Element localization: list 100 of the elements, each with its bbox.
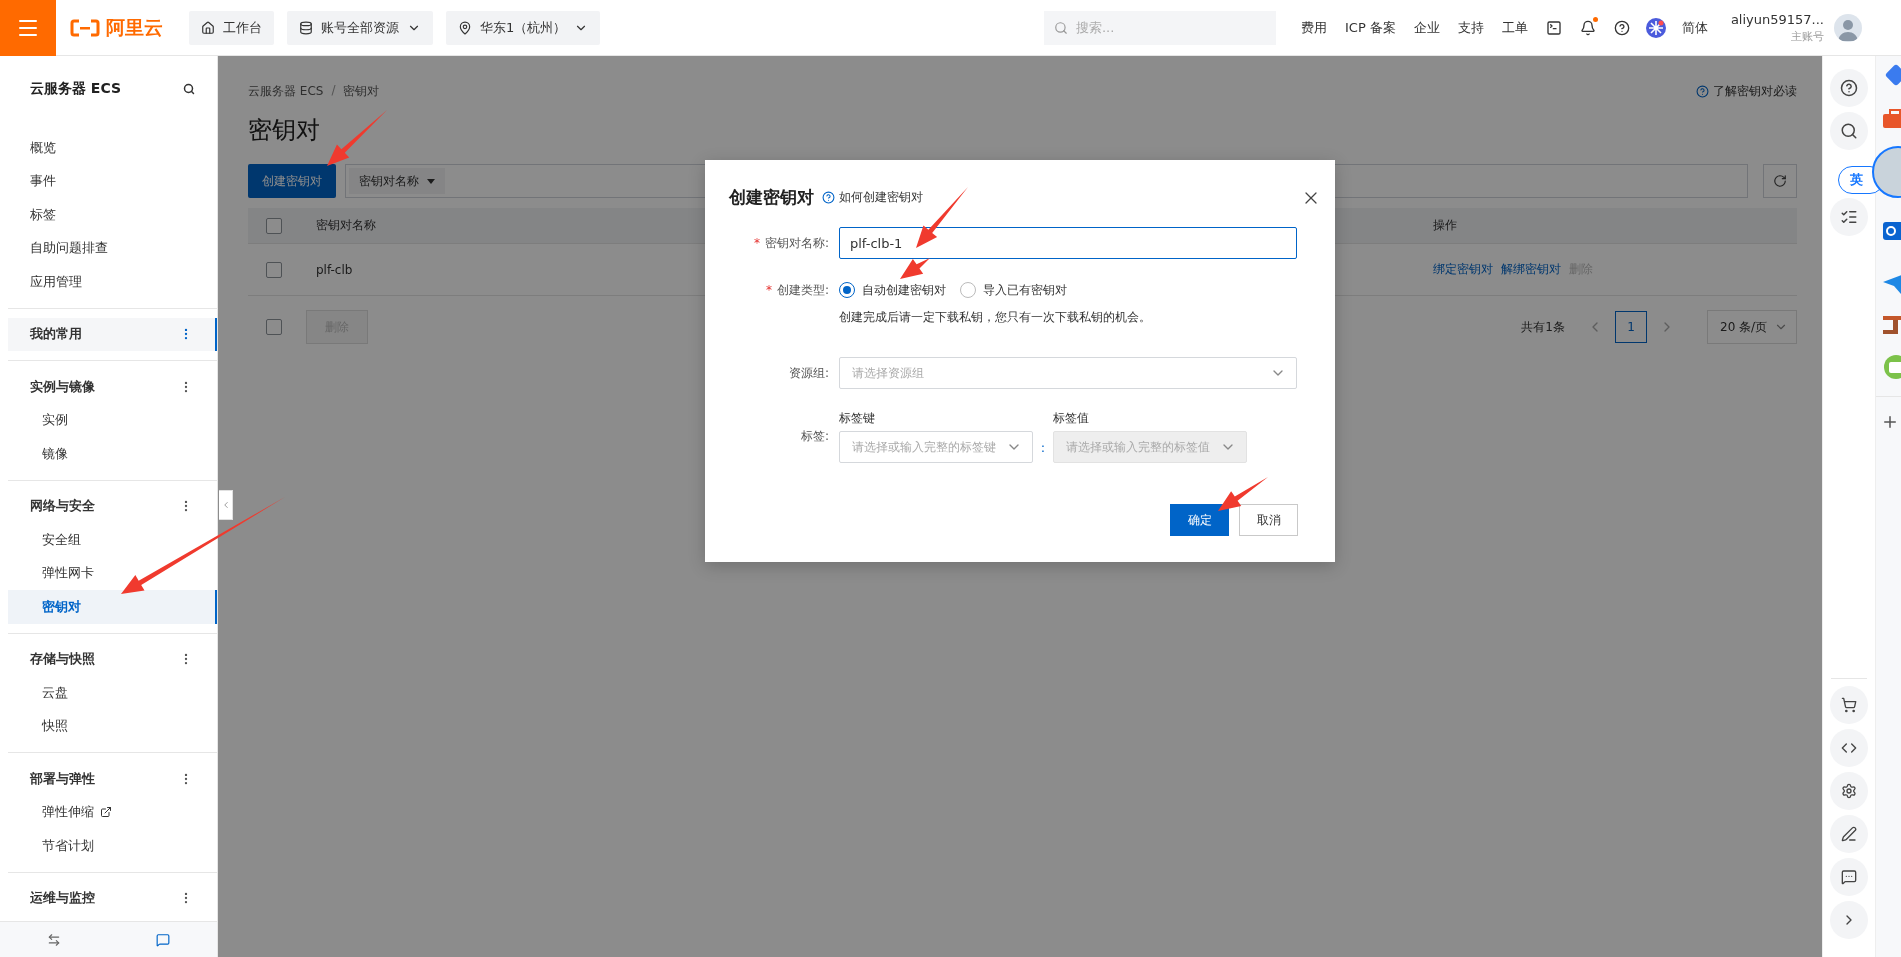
sidebar-item[interactable]: 实例: [8, 403, 217, 437]
column-header: 密钥对名称: [316, 217, 376, 234]
hint-text: 创建完成后请一定下载私钥，您只有一次下载私钥的机会。: [839, 310, 1151, 324]
feedback-button[interactable]: [1830, 858, 1868, 896]
breadcrumb-link[interactable]: 云服务器 ECS: [248, 82, 324, 100]
code-icon: [1841, 740, 1857, 756]
search-button[interactable]: [1830, 112, 1868, 150]
nav-icon: [201, 20, 215, 35]
page-size-select[interactable]: 20 条/页: [1707, 310, 1797, 344]
cart-icon: [1841, 697, 1857, 713]
cart-button[interactable]: [1830, 686, 1868, 724]
help-icon: [822, 191, 835, 204]
dialog-title: 创建密钥对: [729, 186, 814, 209]
checkbox[interactable]: [266, 217, 282, 234]
sidebar-item[interactable]: 镜像: [8, 437, 217, 471]
switch-icon[interactable]: [47, 932, 62, 947]
spark-icon[interactable]: [1645, 17, 1666, 38]
sidebar-item[interactable]: 密钥对: [8, 590, 217, 624]
sidebar-item[interactable]: 概览: [8, 131, 217, 165]
sidebar-group[interactable]: 实例与镜像: [8, 370, 217, 404]
help-link[interactable]: 了解密钥对必读: [1696, 82, 1797, 100]
nav-button[interactable]: 工作台: [189, 10, 274, 45]
radio-option[interactable]: 自动创建密钥对: [839, 281, 946, 299]
collapse-handle[interactable]: [219, 490, 233, 520]
refresh-icon: [1773, 174, 1787, 188]
top-link[interactable]: 工单: [1492, 18, 1537, 37]
search-icon: [1840, 122, 1858, 140]
terminal-icon[interactable]: [1545, 19, 1562, 36]
logo-text: 阿里云: [106, 14, 163, 40]
top-link[interactable]: 支持: [1448, 18, 1493, 37]
confirm-button[interactable]: 确定: [1170, 504, 1229, 536]
nav-button[interactable]: 华东1（杭州）: [446, 10, 601, 45]
action-link[interactable]: 绑定密钥对: [1433, 261, 1493, 278]
checklist-button[interactable]: [1830, 198, 1868, 236]
sidebar-group[interactable]: 网络与安全: [8, 489, 217, 523]
action-link[interactable]: 解绑密钥对: [1501, 261, 1561, 278]
separator: :: [1039, 439, 1047, 455]
annotation-arrow: [327, 110, 387, 166]
search-icon: [1054, 20, 1068, 35]
item-label: 弹性伸缩: [42, 803, 94, 822]
sidebar-item[interactable]: 事件: [8, 164, 217, 198]
caret-icon: [427, 178, 435, 184]
create-button[interactable]: 创建密钥对: [248, 164, 336, 198]
checklist-icon: [1840, 208, 1858, 226]
sidebar-item[interactable]: 弹性伸缩: [8, 795, 217, 829]
bell-icon[interactable]: [1579, 19, 1596, 36]
filter-dropdown[interactable]: 密钥对名称: [349, 168, 445, 194]
help-icon: [1696, 84, 1709, 98]
checkbox[interactable]: [266, 261, 282, 278]
settings-icon: [1841, 783, 1857, 799]
input-field[interactable]: plf-clb-1: [839, 227, 1297, 259]
help-link[interactable]: 如何创建密钥对: [839, 189, 923, 206]
nav-button[interactable]: 账号全部资源: [287, 10, 433, 45]
top-link[interactable]: 费用: [1292, 18, 1336, 37]
api-button[interactable]: [1830, 729, 1868, 767]
sidebar-group[interactable]: 我的常用: [8, 317, 217, 351]
sidebar-item[interactable]: 节省计划: [8, 829, 217, 863]
sidebar-group[interactable]: 部署与弹性: [8, 762, 217, 796]
breadcrumb-separator: /: [331, 82, 336, 99]
search-field[interactable]: 搜索...: [1044, 10, 1276, 45]
menu-button[interactable]: [0, 0, 56, 56]
field-label: * 密钥对名称:: [752, 235, 829, 252]
sidebar-item[interactable]: 标签: [8, 198, 217, 232]
field-label: * 创建类型:: [764, 282, 829, 299]
sidebar-item[interactable]: 应用管理: [8, 265, 217, 299]
account-name: aliyun59157...: [1730, 10, 1824, 28]
table-cell: plf-clb: [316, 262, 353, 277]
add-icon[interactable]: [1881, 413, 1899, 431]
logo-icon: [70, 18, 100, 37]
radio-option[interactable]: 导入已有密钥对: [960, 281, 1067, 299]
sidebar-item[interactable]: 快照: [8, 709, 217, 743]
search-icon[interactable]: [183, 83, 195, 95]
account-role: 主账号: [1791, 28, 1824, 45]
field-label: 资源组:: [787, 365, 829, 382]
checkbox[interactable]: [266, 319, 282, 335]
cancel-button[interactable]: 取消: [1239, 504, 1298, 536]
sidebar-item[interactable]: 云盘: [8, 676, 217, 710]
page-button[interactable]: 1: [1615, 311, 1647, 343]
message-icon[interactable]: [155, 932, 170, 947]
sidebar-group[interactable]: 存储与快照: [8, 642, 217, 676]
message-icon: [1841, 869, 1857, 885]
sidebar-item[interactable]: 安全组: [8, 523, 217, 557]
sidebar-item[interactable]: 弹性网卡: [8, 556, 217, 590]
help-icon: [1840, 79, 1858, 97]
field-label: 标签:: [799, 428, 829, 445]
top-link[interactable]: ICP 备案: [1336, 18, 1405, 37]
help-button[interactable]: [1830, 69, 1868, 107]
nav-icon: [299, 20, 313, 35]
top-link[interactable]: 企业: [1404, 18, 1449, 37]
sidebar-group[interactable]: 运维与监控: [8, 881, 217, 915]
edit-button[interactable]: [1830, 815, 1868, 853]
help-icon[interactable]: [1613, 19, 1630, 36]
settings-button[interactable]: [1830, 772, 1868, 810]
sidebar-item[interactable]: 自助问题排查: [8, 231, 217, 265]
language-link[interactable]: 简体: [1672, 18, 1717, 37]
annotation-arrow: [1218, 477, 1268, 511]
breadcrumb-link[interactable]: 密钥对: [343, 82, 380, 100]
refresh-button[interactable]: [1763, 164, 1797, 198]
sidebar-title: 云服务器 ECS: [30, 80, 122, 98]
avatar[interactable]: [1834, 13, 1862, 42]
